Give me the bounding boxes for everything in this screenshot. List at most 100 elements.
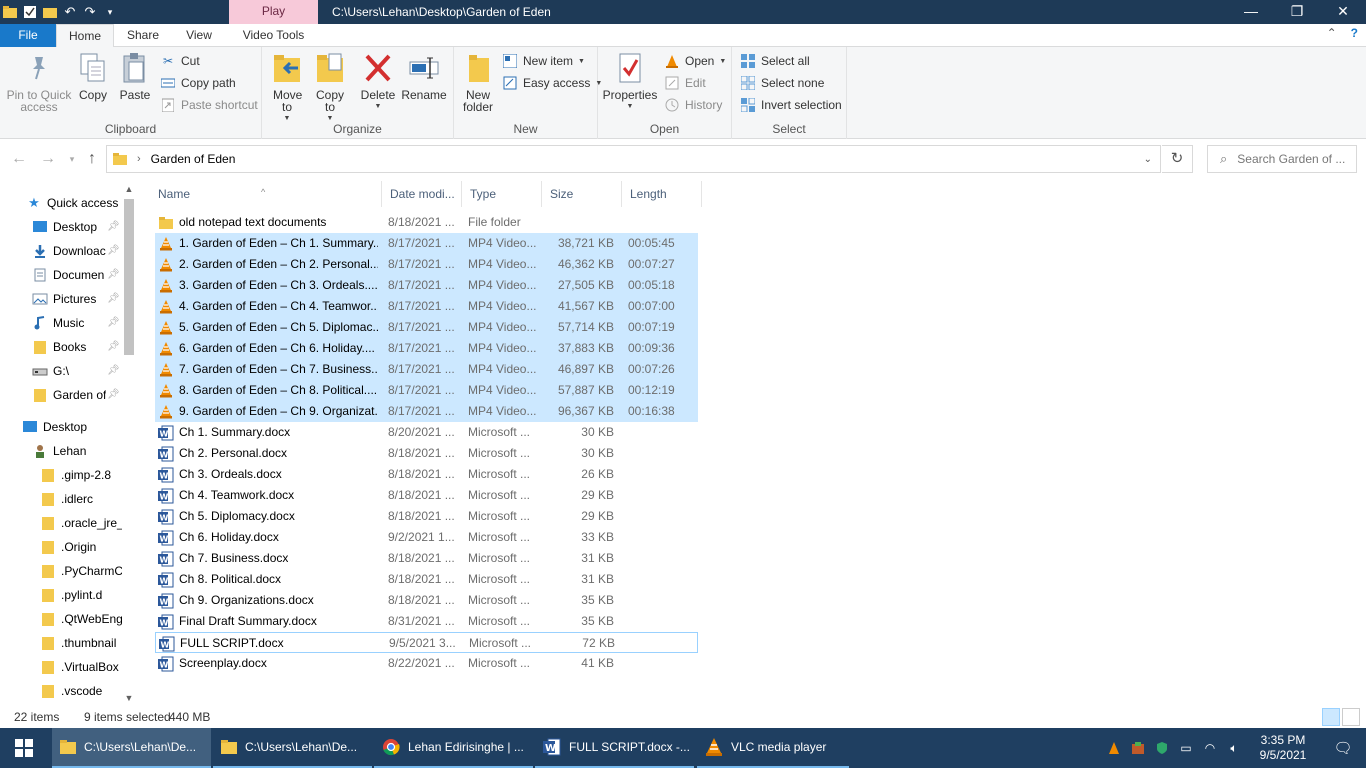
nav-item-label: .oracle_jre_ bbox=[61, 516, 124, 530]
pin-to-quick-access-button[interactable]: Pin to Quick access bbox=[6, 51, 72, 113]
forward-arrow-icon[interactable]: → bbox=[38, 149, 58, 169]
edit-button[interactable]: Edit bbox=[664, 73, 706, 93]
redo-icon[interactable]: ↷ bbox=[82, 4, 98, 20]
file-row[interactable]: W Screenplay.docx 8/22/2021 ... Microsoft .… bbox=[155, 653, 698, 674]
address-history-icon[interactable]: ⌄ bbox=[1144, 154, 1152, 165]
security-tray-icon[interactable] bbox=[1150, 728, 1174, 768]
nav-item-label: .idlerc bbox=[61, 492, 94, 506]
cut-button[interactable]: ✂ Cut bbox=[160, 51, 200, 71]
column-header-type[interactable]: Type bbox=[462, 181, 542, 207]
file-row[interactable]: W FULL SCRIPT.docx 9/5/2021 3... Microsoft … bbox=[155, 632, 698, 653]
taskbar-item[interactable]: Lehan Edirisinghe | ... bbox=[374, 728, 533, 768]
start-button[interactable] bbox=[0, 728, 48, 768]
copy-button[interactable]: Copy bbox=[77, 51, 109, 101]
file-row[interactable]: 4. Garden of Eden – Ch 4. Teamwor.... 8/1… bbox=[155, 296, 698, 317]
refresh-icon[interactable]: ↻ bbox=[1162, 145, 1193, 173]
clock[interactable]: 3:35 PM 9/5/2021 bbox=[1246, 733, 1320, 763]
scroll-thumb[interactable] bbox=[124, 199, 134, 355]
column-header-date[interactable]: Date modi... bbox=[382, 181, 462, 207]
scroll-down-icon[interactable]: ▼ bbox=[122, 690, 136, 706]
history-button[interactable]: History bbox=[664, 95, 722, 115]
file-row[interactable]: W Ch 5. Diplomacy.docx 8/18/2021 ... Micros… bbox=[155, 506, 698, 527]
breadcrumb-separator-icon[interactable]: › bbox=[137, 153, 141, 165]
organize-group-label: Organize bbox=[333, 122, 382, 136]
open-button[interactable]: Open ▼ bbox=[664, 51, 726, 71]
file-row[interactable]: W Ch 3. Ordeals.docx 8/18/2021 ... Microsof… bbox=[155, 464, 698, 485]
minimize-button[interactable]: — bbox=[1228, 0, 1274, 24]
collapse-ribbon-icon[interactable]: ⌃ bbox=[1327, 26, 1337, 40]
copy-path-button[interactable]: Copy path bbox=[160, 73, 236, 93]
select-none-button[interactable]: Select none bbox=[740, 73, 824, 93]
undo-icon[interactable]: ↶ bbox=[62, 4, 78, 20]
file-row[interactable]: 3. Garden of Eden – Ch 3. Ordeals.... 8/1… bbox=[155, 275, 698, 296]
file-row[interactable]: W Ch 9. Organizations.docx 8/18/2021 ... Mi… bbox=[155, 590, 698, 611]
tab-home[interactable]: Home bbox=[56, 24, 114, 48]
nav-scrollbar[interactable]: ▲ ▼ bbox=[122, 181, 136, 706]
file-row[interactable]: W Ch 4. Teamwork.docx 8/18/2021 ... Microso… bbox=[155, 485, 698, 506]
tab-video-tools[interactable]: Video Tools bbox=[229, 24, 318, 47]
file-row[interactable]: W Ch 1. Summary.docx 8/20/2021 ... Microsof… bbox=[155, 422, 698, 443]
file-row[interactable]: W Ch 6. Holiday.docx 9/2/2021 1... Microsof… bbox=[155, 527, 698, 548]
file-row[interactable]: 6. Garden of Eden – Ch 6. Holiday.... 8/1… bbox=[155, 338, 698, 359]
clock-date: 9/5/2021 bbox=[1259, 748, 1307, 762]
taskbar-item[interactable]: C:\Users\Lehan\De... bbox=[52, 728, 211, 768]
file-row[interactable]: 9. Garden of Eden – Ch 9. Organizat... 8/… bbox=[155, 401, 698, 422]
close-button[interactable]: ✕ bbox=[1320, 0, 1366, 24]
recent-locations-icon[interactable]: ▾ bbox=[62, 149, 82, 169]
delete-button[interactable]: Delete ▼ bbox=[358, 51, 398, 113]
file-name: 1. Garden of Eden – Ch 1. Summary.... bbox=[179, 236, 378, 250]
search-input[interactable]: ⌕ Search Garden of ... bbox=[1207, 145, 1357, 173]
paste-button[interactable]: Paste bbox=[118, 51, 152, 101]
file-row[interactable]: 2. Garden of Eden – Ch 2. Personal.... 8/… bbox=[155, 254, 698, 275]
breadcrumb[interactable]: Garden of Eden bbox=[151, 152, 236, 166]
app-tray-icon[interactable] bbox=[1126, 728, 1150, 768]
large-icons-view-icon[interactable] bbox=[1342, 708, 1360, 726]
column-header-length[interactable]: Length bbox=[622, 181, 702, 207]
easy-access-button[interactable]: Easy access ▼ bbox=[502, 73, 602, 93]
file-size: 29 KB bbox=[581, 488, 614, 502]
tab-share[interactable]: Share bbox=[116, 24, 170, 47]
new-folder-icon[interactable] bbox=[42, 4, 58, 20]
select-all-button[interactable]: Select all bbox=[740, 51, 810, 71]
volume-icon[interactable]: 🔈︎ bbox=[1222, 728, 1246, 768]
tab-view[interactable]: View bbox=[172, 24, 226, 47]
details-view-icon[interactable] bbox=[1322, 708, 1340, 726]
maximize-button[interactable]: ❐ bbox=[1274, 0, 1320, 24]
address-bar[interactable]: › Garden of Eden ⌄ bbox=[106, 145, 1161, 173]
scroll-up-icon[interactable]: ▲ bbox=[122, 181, 136, 197]
file-row[interactable]: 8. Garden of Eden – Ch 8. Political.... 8… bbox=[155, 380, 698, 401]
taskbar-item[interactable]: W FULL SCRIPT.docx -... bbox=[535, 728, 694, 768]
taskbar-item[interactable]: C:\Users\Lehan\De... bbox=[213, 728, 372, 768]
taskbar-item[interactable]: VLC media player bbox=[697, 728, 849, 768]
file-row[interactable]: W Final Draft Summary.docx 8/31/2021 ... Mi… bbox=[155, 611, 698, 632]
file-row[interactable]: 7. Garden of Eden – Ch 7. Business.... 8/… bbox=[155, 359, 698, 380]
file-row[interactable]: W Ch 8. Political.docx 8/18/2021 ... Micros… bbox=[155, 569, 698, 590]
move-to-button[interactable]: Move to ▼ bbox=[268, 51, 306, 125]
file-row[interactable]: W Ch 2. Personal.docx 8/18/2021 ... Microso… bbox=[155, 443, 698, 464]
tab-file[interactable]: File bbox=[0, 24, 56, 47]
new-folder-button[interactable]: New folder bbox=[460, 51, 496, 113]
paste-shortcut-button[interactable]: Paste shortcut bbox=[160, 95, 258, 115]
up-arrow-icon[interactable]: ↑ bbox=[82, 149, 102, 169]
copy-to-button[interactable]: Copy to ▼ bbox=[312, 51, 348, 125]
rename-button[interactable]: Rename bbox=[401, 51, 447, 101]
invert-selection-button[interactable]: Invert selection bbox=[740, 95, 842, 115]
help-icon[interactable]: ? bbox=[1351, 26, 1358, 40]
notifications-icon[interactable]: 🗨︎ bbox=[1320, 728, 1366, 768]
wifi-icon[interactable]: ◠ bbox=[1198, 728, 1222, 768]
file-row[interactable]: 1. Garden of Eden – Ch 1. Summary.... 8/1… bbox=[155, 233, 698, 254]
customize-qat-icon[interactable]: ▾ bbox=[102, 4, 118, 20]
svg-text:W: W bbox=[160, 576, 169, 585]
back-arrow-icon[interactable]: ← bbox=[9, 149, 29, 169]
file-row[interactable]: 5. Garden of Eden – Ch 5. Diplomac.... 8/… bbox=[155, 317, 698, 338]
new-item-button[interactable]: New item ▼ bbox=[502, 51, 585, 71]
properties-icon[interactable] bbox=[22, 4, 38, 20]
file-row[interactable]: W Ch 7. Business.docx 8/18/2021 ... Microso… bbox=[155, 548, 698, 569]
battery-icon[interactable]: ▭ bbox=[1174, 728, 1198, 768]
vlc-tray-icon[interactable] bbox=[1102, 728, 1126, 768]
properties-button[interactable]: Properties ▼ bbox=[603, 51, 657, 113]
file-row[interactable]: old notepad text documents 8/18/2021 ... F… bbox=[155, 212, 698, 233]
column-header-size[interactable]: Size bbox=[542, 181, 622, 207]
column-header-name[interactable]: Name ^ bbox=[150, 181, 382, 207]
nav-desktop[interactable]: Desktop bbox=[22, 415, 138, 439]
